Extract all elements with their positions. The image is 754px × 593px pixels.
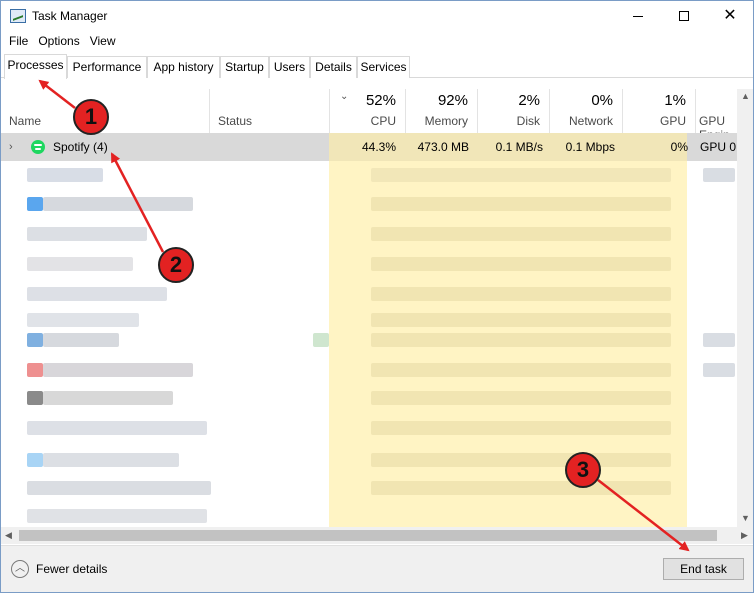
memory-value: 473.0 MB (417, 140, 469, 154)
disk-total-percent: 2% (518, 92, 540, 109)
tab-bar: Processes Performance App history Startu… (1, 54, 753, 79)
tab-app-history[interactable]: App history (147, 56, 220, 78)
close-icon: ✕ (723, 7, 737, 24)
maximize-icon (679, 11, 689, 21)
menu-options[interactable]: Options (33, 32, 84, 52)
gpu-value: 0% (670, 140, 688, 154)
disk-value: 0.1 MB/s (495, 140, 543, 154)
cpu-value: 44.3% (361, 140, 396, 154)
menu-bar: File Options View (1, 32, 121, 52)
column-status-label: Status (218, 114, 253, 128)
scroll-left-arrow-icon[interactable]: ◀ (5, 530, 12, 541)
column-memory-label: Memory (424, 114, 468, 128)
vertical-scrollbar[interactable]: ▲ ▼ (737, 89, 753, 527)
minimize-button[interactable] (615, 1, 661, 31)
column-header-row: Name Status ⌄ 52% CPU 92% Memory 2% Disk… (1, 89, 753, 133)
expand-chevron-icon[interactable]: › (9, 141, 13, 153)
scroll-right-arrow-icon[interactable]: ▶ (741, 530, 748, 541)
callout-1: 1 (73, 99, 109, 135)
horizontal-scroll-thumb[interactable] (19, 530, 717, 541)
spotify-icon (31, 140, 45, 154)
fewer-details-link[interactable]: Fewer details (36, 562, 107, 576)
tab-startup[interactable]: Startup (220, 56, 269, 78)
column-disk-label: Disk (516, 114, 540, 128)
title-bar: Task Manager ✕ (1, 1, 753, 31)
tab-services[interactable]: Services (357, 56, 410, 78)
tab-performance[interactable]: Performance (67, 56, 147, 78)
table-row-spotify[interactable]: › Spotify (4) 44.3% 473.0 MB 0.1 MB/s 0.… (1, 133, 753, 161)
column-cpu-label: CPU (370, 114, 396, 128)
tab-users[interactable]: Users (269, 56, 310, 78)
memory-total-percent: 92% (437, 92, 468, 109)
close-button[interactable]: ✕ (707, 1, 753, 31)
column-network[interactable]: 0% Network (549, 89, 622, 133)
end-task-button[interactable]: End task (663, 558, 744, 580)
task-manager-window: Task Manager ✕ File Options View Process… (0, 0, 754, 593)
window-title: Task Manager (32, 9, 108, 23)
column-disk[interactable]: 2% Disk (477, 89, 549, 133)
column-name-label: Name (9, 114, 42, 128)
column-status[interactable]: Status (209, 89, 329, 133)
scroll-up-arrow-icon[interactable]: ▲ (741, 91, 750, 101)
callout-2: 2 (158, 247, 194, 283)
cpu-total-percent: 52% (365, 92, 396, 109)
task-manager-icon (10, 9, 26, 23)
column-network-label: Network (568, 114, 613, 128)
process-list: › Spotify (4) 44.3% 473.0 MB 0.1 MB/s 0.… (1, 133, 753, 527)
network-total-percent: 0% (591, 92, 613, 109)
column-gpu[interactable]: 1% GPU (622, 89, 695, 133)
gpu-engine-value: GPU 0 (700, 140, 737, 154)
scroll-down-arrow-icon[interactable]: ▼ (741, 513, 750, 523)
network-value: 0.1 Mbps (565, 140, 615, 154)
footer-bar: ︿ Fewer details End task (1, 545, 753, 592)
collapse-chevron-icon[interactable]: ︿ (11, 560, 29, 578)
minimize-icon (633, 15, 643, 17)
column-gpu-label: GPU (659, 114, 686, 128)
process-name: Spotify (4) (53, 140, 108, 154)
column-memory[interactable]: 92% Memory (405, 89, 477, 133)
column-gpu-engine-label: GPU Engin (699, 114, 730, 133)
tab-details[interactable]: Details (310, 56, 357, 78)
tab-processes[interactable]: Processes (4, 54, 67, 79)
sort-chevron-icon: ⌄ (340, 91, 349, 102)
maximize-button[interactable] (661, 1, 707, 31)
column-cpu[interactable]: ⌄ 52% CPU (329, 89, 405, 133)
column-gpu-engine[interactable]: GPU Engin (695, 89, 737, 133)
callout-3: 3 (565, 452, 601, 488)
horizontal-scrollbar[interactable]: ◀ ▶ (1, 527, 753, 544)
menu-file[interactable]: File (1, 32, 33, 52)
menu-view[interactable]: View (85, 32, 121, 52)
gpu-total-percent: 1% (664, 92, 686, 109)
